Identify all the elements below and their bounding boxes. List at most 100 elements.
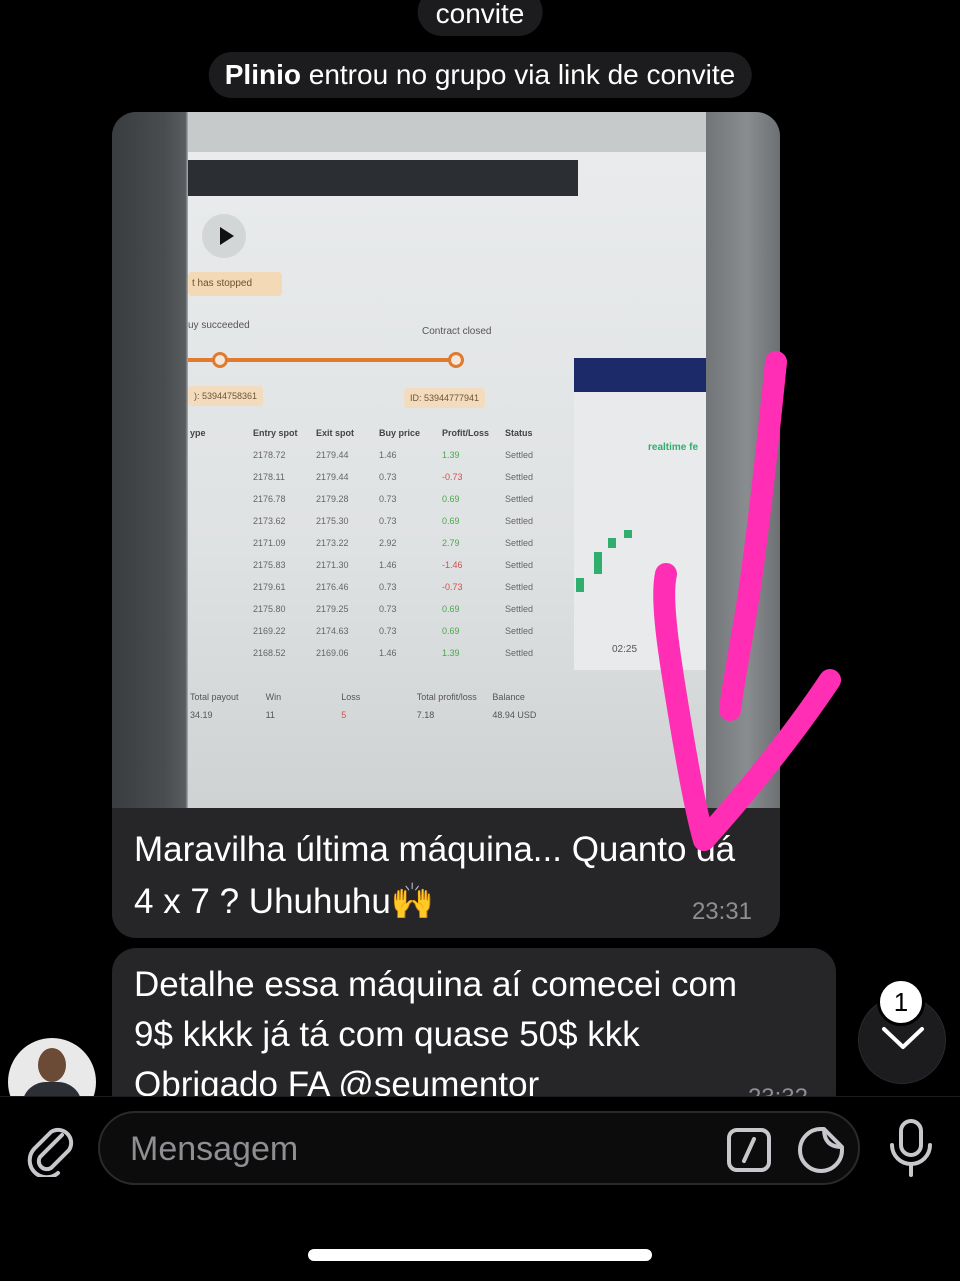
photo-totals-labels: Total payout Win Loss Total profit/loss … [190, 692, 568, 702]
photo-message-bubble[interactable]: t has stopped uy succeeded Contract clos… [112, 112, 780, 938]
photo-chart-panel [574, 358, 706, 670]
photo-table-cell: 0.73 [379, 494, 397, 504]
photo-totals-values: 34.19 11 5 7.18 48.94 USD [190, 710, 568, 720]
photo-candle [624, 530, 632, 538]
photo-table-cell: 2175.30 [316, 516, 349, 526]
photo-totals-value: 5 [341, 710, 347, 720]
photo-table-cell: Settled [505, 648, 534, 658]
photo-table-cell: 2173.22 [316, 538, 349, 548]
photo-table-row: 2168.52 2169.06 1.46 1.39 Settled [190, 642, 568, 664]
photo-candle [608, 538, 616, 548]
photo-totals-label: Balance [492, 692, 525, 702]
photo-buy-succeeded: uy succeeded [188, 320, 250, 331]
photo-id-left: ): 53944758361 [188, 386, 264, 406]
photo-table-cell: Settled [505, 604, 534, 614]
photo-totals-value: 7.18 [416, 710, 435, 720]
message-input-box[interactable] [98, 1111, 860, 1185]
join-user-name[interactable]: Plinio [225, 59, 301, 90]
photo-table-cell: 1.46 [379, 648, 397, 658]
photo-totals-value: 48.94 USD [492, 710, 537, 720]
photo-table-cell: 2179.25 [316, 604, 349, 614]
avatar-head [38, 1048, 66, 1082]
photo-table-header-cell: Buy price [379, 428, 421, 438]
text-message-bubble[interactable]: Detalhe essa máquina aí comecei com 9$ k… [112, 948, 836, 1118]
service-message-text: convite [435, 0, 525, 29]
photo-table-row: 2178.11 2179.44 0.73 -0.73 Settled [190, 466, 568, 488]
photo-table-cell: 2176.78 [253, 494, 286, 504]
photo-table-cell: Settled [505, 516, 534, 526]
photo-table-header-cell: Profit/Loss [442, 428, 490, 438]
photo-table-cell: 0.73 [379, 472, 397, 482]
bot-command-icon[interactable] [726, 1127, 772, 1173]
unread-count-badge: 1 [877, 978, 925, 1026]
photo-progress-dot [448, 352, 464, 368]
photo-table-cell: Settled [505, 494, 534, 504]
message-photo[interactable]: t has stopped uy succeeded Contract clos… [112, 112, 780, 808]
photo-contract-closed: Contract closed [422, 326, 492, 337]
photo-table-cell: 2.92 [379, 538, 397, 548]
photo-table-cell: 0.69 [442, 516, 460, 526]
attach-icon[interactable] [22, 1121, 78, 1177]
photo-table-cell: 2179.28 [316, 494, 349, 504]
microphone-icon[interactable] [886, 1117, 936, 1179]
photo-table-cell: 1.39 [442, 648, 460, 658]
photo-table-cell: 2179.44 [316, 472, 349, 482]
chevron-down-icon [882, 1027, 924, 1049]
photo-table-cell: 2178.72 [253, 450, 286, 460]
photo-table-cell: 0.73 [379, 604, 397, 614]
photo-table-cell: 1.39 [442, 450, 460, 460]
sticker-icon[interactable] [796, 1125, 846, 1175]
service-message-join: Plinio entrou no grupo via link de convi… [208, 52, 752, 98]
photo-table-cell: 0.73 [379, 582, 397, 592]
message-composer [0, 1096, 960, 1281]
photo-realtime-label: realtime fe [648, 442, 699, 453]
message-input[interactable] [128, 1123, 692, 1175]
photo-table-cell: 2169.22 [253, 626, 286, 636]
message-time: 23:31 [691, 898, 752, 925]
photo-table-cell: 2176.46 [316, 582, 349, 592]
service-message-top: convite [417, 0, 543, 36]
photo-table-cell: 0.69 [442, 604, 460, 614]
photo-table-row: 2169.22 2174.63 0.73 0.69 Settled [190, 620, 568, 642]
photo-table-cell: 2175.83 [253, 560, 286, 570]
photo-table-row: 2175.83 2171.30 1.46 -1.46 Settled [190, 554, 568, 576]
photo-table-cell: 1.46 [379, 450, 397, 460]
message-text: Detalhe essa máquina aí comecei com 9$ k… [134, 965, 738, 1104]
photo-table-cell: 2179.44 [316, 450, 349, 460]
photo-table-cell: 2169.06 [316, 648, 349, 658]
photo-totals-label: Total payout [190, 692, 239, 702]
photo-table-cell: 2175.80 [253, 604, 286, 614]
photo-table-cell: Settled [505, 626, 534, 636]
photo-table-header-cell: Exit spot [316, 428, 355, 438]
photo-table-cell: 0.73 [379, 626, 397, 636]
photo-table-cell: -0.73 [442, 582, 463, 592]
photo-table-cell: Settled [505, 472, 534, 482]
message-caption: Maravilha última máquina... Quanto dá 4 … [134, 830, 736, 921]
photo-table-row: 2176.78 2179.28 0.73 0.69 Settled [190, 488, 568, 510]
photo-screen-header [188, 160, 578, 196]
photo-candle [576, 578, 584, 592]
photo-table-cell: Settled [505, 560, 534, 570]
photo-table-header-cell: Entry spot [253, 428, 298, 438]
photo-table-row: 2175.80 2179.25 0.73 0.69 Settled [190, 598, 568, 620]
photo-totals-value: 34.19 [190, 710, 213, 720]
photo-table-cell: 1.46 [379, 560, 397, 570]
join-message-text: entrou no grupo via link de convite [300, 59, 736, 90]
photo-table-cell: Settled [505, 450, 534, 460]
photo-table-row: 2179.61 2176.46 0.73 -0.73 Settled [190, 576, 568, 598]
photo-totals-value: 11 [265, 710, 275, 720]
photo-totals-label: Total profit/loss [416, 692, 477, 702]
photo-candle [594, 552, 602, 574]
photo-table-cell: -0.73 [442, 472, 463, 482]
photo-chart-time: 02:25 [612, 644, 638, 655]
home-indicator[interactable] [308, 1249, 652, 1261]
photo-table-cell: 2173.62 [253, 516, 286, 526]
photo-table-cell: 0.73 [379, 516, 397, 526]
photo-progress-line [188, 358, 458, 362]
photo-table-row: 2178.72 2179.44 1.46 1.39 Settled [190, 444, 568, 466]
play-icon [202, 214, 246, 258]
photo-table-row: 2171.09 2173.22 2.92 2.79 Settled [190, 532, 568, 554]
photo-table-cell: 2174.63 [316, 626, 349, 636]
photo-chart-header [574, 358, 706, 392]
photo-table-cell: -1.46 [442, 560, 463, 570]
